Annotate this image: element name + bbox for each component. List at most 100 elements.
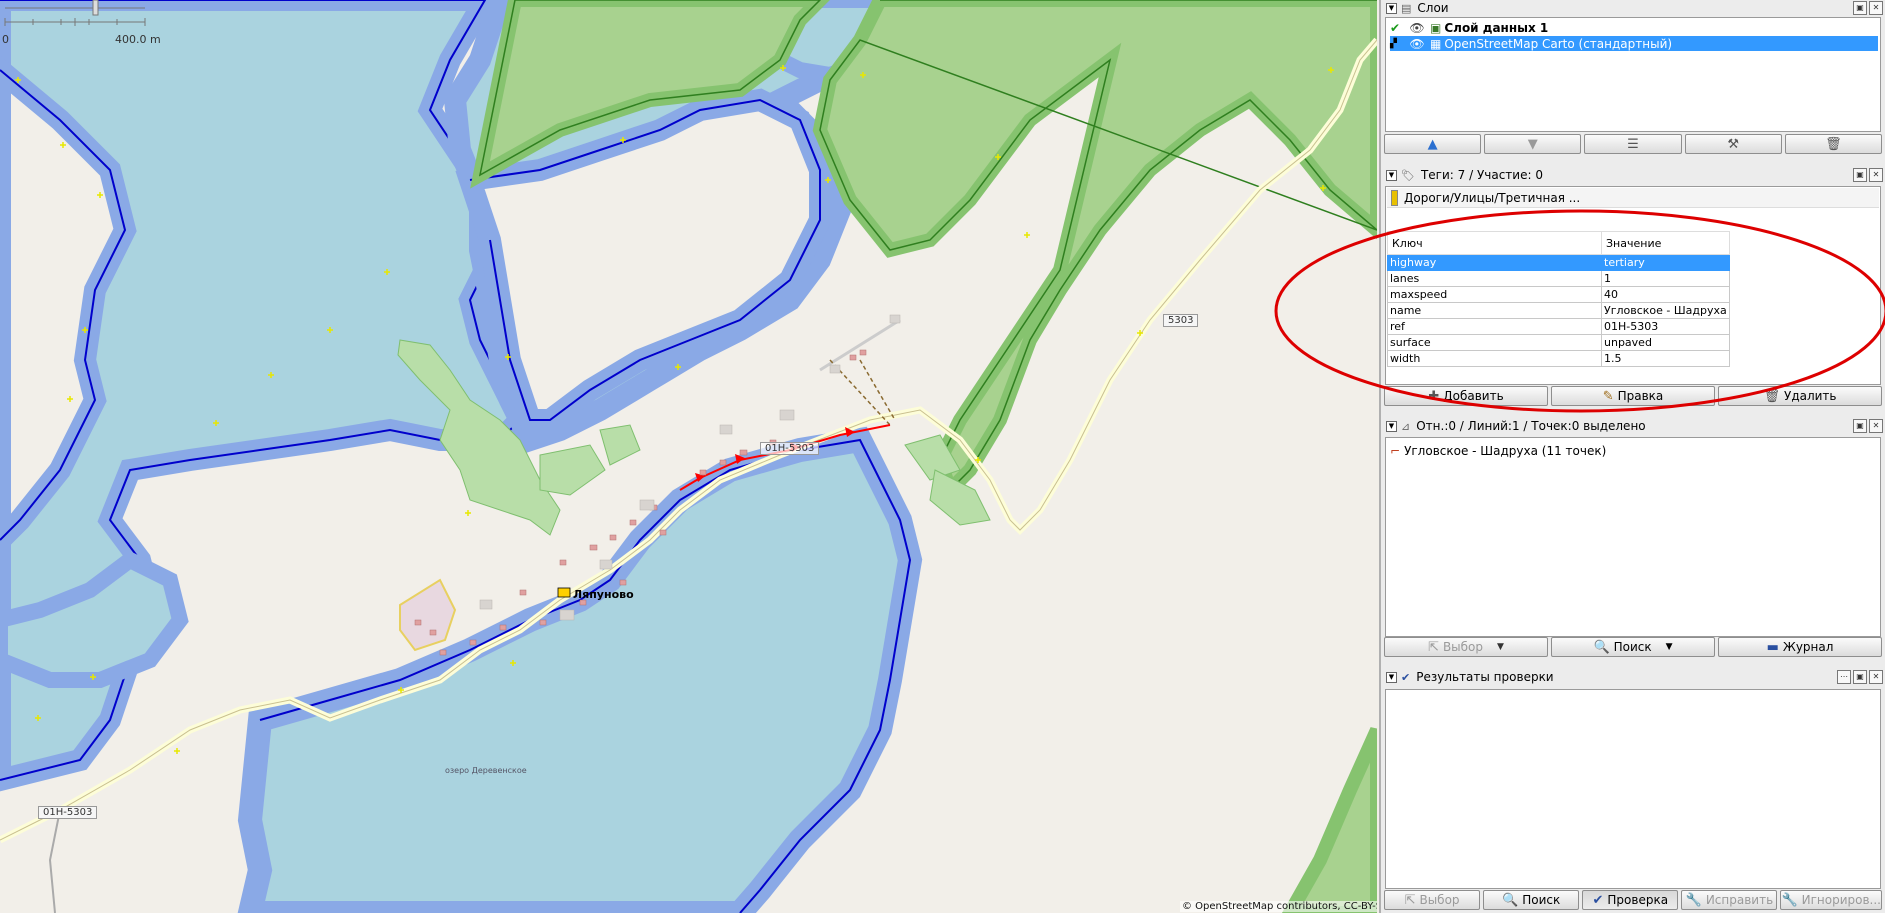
tag-key[interactable]: ref [1387, 318, 1602, 335]
collapse-toggle[interactable]: ▼ [1386, 2, 1397, 14]
tag-row[interactable]: name Угловское - Шадруха [1387, 302, 1730, 319]
undock-icon[interactable]: ▣ [1853, 670, 1867, 684]
tags-toolbar: ✚ Добавить ✎ Правка 🗑 Удалить [1384, 386, 1882, 406]
tag-key[interactable]: width [1387, 350, 1602, 367]
move-down-button[interactable]: ▼ [1484, 134, 1582, 154]
tag-key[interactable]: lanes [1387, 270, 1602, 287]
tag-row[interactable]: width 1.5 [1387, 350, 1730, 367]
trash-icon: 🗑 [1763, 388, 1780, 404]
imagery-layer-icon: ▦ [1430, 36, 1442, 51]
down-arrow-icon: ▼ [1527, 136, 1538, 152]
visibility-eye-icon[interactable]: 👁 [1404, 21, 1430, 35]
tags-panel-header: ▼ 🏷 Теги: 7 / Участие: 0 ▣ ✕ [1383, 167, 1883, 183]
delete-icon: 🗑 [1825, 136, 1842, 152]
tag-row[interactable]: surface unpaved [1387, 334, 1730, 351]
residential-area [399, 578, 457, 652]
way-icon: ⌐ [1390, 444, 1401, 458]
tag-value[interactable]: 40 [1601, 286, 1730, 303]
visibility-eye-icon[interactable]: 👁 [1404, 37, 1430, 51]
tag-value[interactable]: 1.5 [1601, 350, 1730, 367]
tag-key[interactable]: name [1387, 302, 1602, 319]
undock-icon[interactable]: ▣ [1853, 419, 1867, 433]
key-column-header[interactable]: Ключ [1387, 231, 1602, 255]
collapse-toggle[interactable]: ▼ [1386, 169, 1397, 181]
close-icon[interactable]: ✕ [1869, 168, 1883, 182]
preset-link[interactable]: Дороги/Улицы/Третичная ... [1387, 188, 1879, 208]
validation-panel-header: ▼ ✔ Результаты проверки ⋯ ▣ ✕ [1383, 669, 1883, 685]
tag-value[interactable]: 01H-5303 [1601, 318, 1730, 335]
dropdown-arrow-icon[interactable]: ▼ [1666, 642, 1673, 652]
search-button[interactable]: 🔍 Поиск ▼ [1551, 637, 1715, 657]
dropdown-arrow-icon[interactable]: ▼ [1497, 642, 1504, 652]
layers-list: ✔ 👁 ▣ Слой данных 1 ▞ 👁 ▦ OpenStreetMap … [1385, 17, 1881, 132]
tag-row[interactable]: highway tertiary [1387, 254, 1730, 271]
validate-button[interactable]: ✔ Проверка [1582, 890, 1679, 910]
cursor-icon: ⇱ [1428, 639, 1439, 655]
delete-tag-button[interactable]: 🗑 Удалить [1718, 386, 1882, 406]
close-icon[interactable]: ✕ [1869, 1, 1883, 15]
layer-row-imagery[interactable]: ▞ 👁 ▦ OpenStreetMap Carto (стандартный) [1390, 36, 1878, 51]
pencil-icon: ✎ [1602, 388, 1614, 404]
validation-panel-title: Результаты проверки [1416, 670, 1554, 684]
layer-settings-icon: ⚒ [1727, 136, 1740, 152]
tag-row[interactable]: maxspeed 40 [1387, 286, 1730, 303]
tag-value[interactable]: unpaved [1601, 334, 1730, 351]
tag-key[interactable]: maxspeed [1387, 286, 1602, 303]
fix-button[interactable]: 🔧 Исправить [1681, 890, 1778, 910]
lake-south [237, 426, 923, 913]
activate-layer-icon: ☰ [1627, 136, 1639, 152]
add-tag-button[interactable]: ✚ Добавить [1384, 386, 1548, 406]
layers-icon: ▤ [1401, 1, 1412, 15]
tag-row[interactable]: lanes 1 [1387, 270, 1730, 287]
layer-row-data[interactable]: ✔ 👁 ▣ Слой данных 1 [1390, 20, 1548, 35]
active-check-icon[interactable]: ✔ [1390, 21, 1404, 35]
layers-panel-title: Слои [1417, 1, 1449, 15]
data-layer-icon: ▣ [1430, 20, 1442, 35]
move-up-button[interactable]: ▲ [1384, 134, 1482, 154]
collapse-toggle[interactable]: ▼ [1386, 420, 1397, 432]
ignore-button[interactable]: 🔧 Игнориров... [1780, 890, 1882, 910]
cursor-icon: ⇱ [1404, 892, 1416, 908]
selected-way-name: Угловское - Шадруха (11 точек) [1404, 444, 1607, 458]
collapse-toggle[interactable]: ▼ [1386, 671, 1397, 683]
tag-value[interactable]: 1 [1601, 270, 1730, 287]
tag-key[interactable]: highway [1387, 254, 1602, 271]
close-icon[interactable]: ✕ [1869, 419, 1883, 433]
tag-value[interactable]: tertiary [1601, 254, 1730, 271]
tags-box: Дороги/Улицы/Третичная ... Ключ Значение … [1385, 186, 1881, 385]
select-button[interactable]: ⇱ Выбор ▼ [1384, 637, 1548, 657]
activate-layer-button[interactable]: ☰ [1584, 134, 1682, 154]
road-preset-icon [1391, 189, 1398, 206]
selection-icon: ⊿ [1401, 419, 1411, 433]
tag-icon: 🏷 [1401, 168, 1415, 182]
delete-layer-button[interactable]: 🗑 [1784, 134, 1883, 154]
validation-select-button[interactable]: ⇱ Выбор [1384, 890, 1481, 910]
scale-distance-label: 400.0 m [115, 33, 161, 46]
lake-label: озеро Деревенское [445, 766, 527, 775]
tag-row[interactable]: ref 01H-5303 [1387, 318, 1730, 335]
tags-table: Ключ Значение highway tertiary lanes 1 maxs… [1387, 231, 1730, 367]
history-button[interactable]: ▬ Журнал [1718, 637, 1882, 657]
history-icon: ▬ [1766, 639, 1779, 655]
tag-value[interactable]: Угловское - Шадруха [1601, 302, 1730, 319]
settings-icon[interactable]: ⋯ [1837, 670, 1851, 684]
village-label: Ляпуново [573, 588, 634, 601]
edit-tag-button[interactable]: ✎ Правка [1551, 386, 1715, 406]
validation-toolbar: ⇱ Выбор 🔍 Поиск ✔ Проверка 🔧 Исправить 🔧 Игно… [1384, 890, 1882, 910]
map-attribution: © OpenStreetMap contributors, CC-BY-SA [1180, 901, 1377, 912]
validation-search-button[interactable]: 🔍 Поиск [1483, 890, 1580, 910]
check-icon: ✔ [1592, 892, 1604, 908]
validation-results [1385, 689, 1881, 889]
layer-settings-button[interactable]: ⚒ [1684, 134, 1782, 154]
selected-way-item[interactable]: ⌐ Угловское - Шадруха (11 точек) [1390, 444, 1606, 458]
map-canvas[interactable] [0, 0, 1377, 913]
layers-toolbar: ▲ ▼ ☰ ⚒ 🗑 [1384, 134, 1883, 154]
close-icon[interactable]: ✕ [1869, 670, 1883, 684]
value-column-header[interactable]: Значение [1601, 231, 1730, 255]
undock-icon[interactable]: ▣ [1853, 1, 1867, 15]
scale-zero-label: 0 [2, 33, 9, 46]
tag-key[interactable]: surface [1387, 334, 1602, 351]
undock-icon[interactable]: ▣ [1853, 168, 1867, 182]
map-view[interactable]: 0 400.0 m Ляпуново озеро Деревенское 01H… [0, 0, 1377, 913]
up-arrow-icon: ▲ [1427, 136, 1438, 152]
